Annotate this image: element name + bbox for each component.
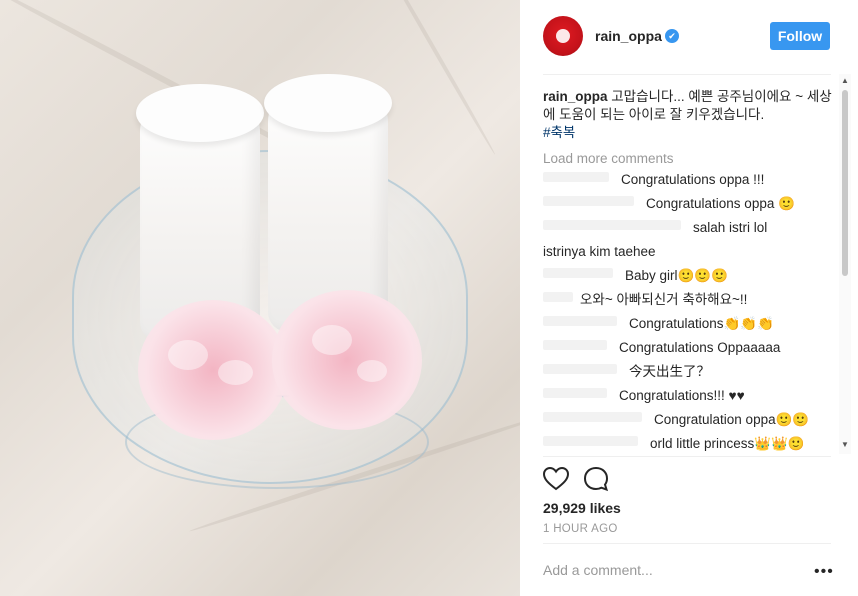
scroll-up-arrow-icon[interactable]: ▲ xyxy=(839,76,851,88)
comment-row: orld little princess👑👑🙂 xyxy=(543,432,833,454)
load-more-comments-link[interactable]: Load more comments xyxy=(543,150,833,168)
comment-text: 今天出生了？ xyxy=(629,364,710,379)
comment-text: Congratulation oppa🙂🙂 xyxy=(654,412,810,427)
comment-row: Congratulations oppa 🙂 xyxy=(543,192,833,216)
pompom-highlight xyxy=(218,360,253,385)
comment-username-placeholder[interactable] xyxy=(543,364,617,374)
comment-row: Congratulations👏👏👏 xyxy=(543,312,833,336)
sock-cuff xyxy=(136,84,264,142)
comment-username-placeholder[interactable] xyxy=(543,340,607,350)
post-header: rain_oppa ✔ Follow xyxy=(520,0,858,74)
comments-list[interactable]: rain_oppa 고맙습니다... 예쁜 공주님이에요 ~ 세상에 도움이 되… xyxy=(543,88,833,454)
caption: rain_oppa 고맙습니다... 예쁜 공주님이에요 ~ 세상에 도움이 되… xyxy=(543,88,833,142)
comment-text: Congratulations Oppaaaaa xyxy=(619,340,781,355)
pompom-highlight xyxy=(312,325,352,355)
comment-text: Congratulations oppa 🙂 xyxy=(646,196,795,211)
comment-text: Baby girl🙂🙂🙂 xyxy=(625,268,728,283)
caption-username[interactable]: rain_oppa xyxy=(543,89,608,104)
follow-button[interactable]: Follow xyxy=(770,22,830,50)
comment-row: istrinya kim taehee xyxy=(543,240,833,264)
comment-row: 今天出生了？ xyxy=(543,360,833,384)
post-side-panel: rain_oppa ✔ Follow rain_oppa 고맙습니다... 예쁜… xyxy=(520,0,858,596)
comment-row: 오와~ 아빠되신거 축하해요~!! xyxy=(543,288,833,312)
comment-row: Baby girl🙂🙂🙂 xyxy=(543,264,833,288)
sock-cuff xyxy=(264,74,392,132)
comment-text: Congratulations👏👏👏 xyxy=(629,316,774,331)
username-link[interactable]: rain_oppa xyxy=(595,28,662,44)
pink-pompom-right xyxy=(272,290,422,430)
pompom-highlight xyxy=(357,360,387,382)
comment-text: Congratulations oppa !!! xyxy=(621,172,765,187)
comment-username-placeholder[interactable] xyxy=(543,316,617,326)
comment-row: Congratulation oppa🙂🙂 xyxy=(543,408,833,432)
post-photo[interactable] xyxy=(0,0,520,596)
scroll-thumb[interactable] xyxy=(842,90,848,276)
avatar-logo-icon xyxy=(556,29,570,43)
avatar[interactable] xyxy=(543,16,583,56)
pompom-highlight xyxy=(168,340,208,370)
comment-text: Congratulations!!! ♥♥ xyxy=(619,388,745,403)
post-timestamp[interactable]: 1 HOUR AGO xyxy=(543,523,618,535)
comment-username-placeholder[interactable] xyxy=(543,220,681,230)
comment-username-placeholder[interactable] xyxy=(543,268,613,278)
hashtag-link[interactable]: #축복 xyxy=(543,124,833,142)
comment-rows: Congratulations oppa !!! Congratulations … xyxy=(543,168,833,454)
comment-text: istrinya kim taehee xyxy=(543,244,656,259)
more-options-icon[interactable]: ••• xyxy=(814,564,834,580)
add-comment-input[interactable]: Add a comment... xyxy=(543,562,653,578)
comment-row: Congratulations!!! ♥♥ xyxy=(543,384,833,408)
verified-badge-icon: ✔ xyxy=(665,29,679,43)
comment-username-placeholder[interactable] xyxy=(543,292,573,302)
comment-box-divider xyxy=(543,543,831,544)
comment-row: Congratulations Oppaaaaa xyxy=(543,336,833,360)
header-divider xyxy=(543,74,831,75)
comment-username-placeholder[interactable] xyxy=(543,172,609,182)
comment-text: orld little princess👑👑🙂 xyxy=(650,436,805,451)
actions-divider xyxy=(543,456,831,457)
comment-row: salah istri lol xyxy=(543,216,833,240)
comment-username-placeholder[interactable] xyxy=(543,196,634,206)
comments-scrollbar[interactable]: ▲ ▼ xyxy=(839,74,851,454)
comment-text: 오와~ 아빠되신거 축하해요~!! xyxy=(580,292,748,307)
comment-username-placeholder[interactable] xyxy=(543,436,638,446)
heart-icon[interactable] xyxy=(543,466,569,492)
comment-text: salah istri lol xyxy=(693,220,768,235)
comment-row: Congratulations oppa !!! xyxy=(543,168,833,192)
likes-count[interactable]: 29,929 likes xyxy=(543,500,621,516)
scroll-down-arrow-icon[interactable]: ▼ xyxy=(839,440,851,452)
pink-pompom-left xyxy=(138,300,288,440)
comment-icon[interactable] xyxy=(583,466,609,492)
comment-username-placeholder[interactable] xyxy=(543,412,642,422)
instagram-post: rain_oppa ✔ Follow rain_oppa 고맙습니다... 예쁜… xyxy=(0,0,858,596)
comment-username-placeholder[interactable] xyxy=(543,388,607,398)
